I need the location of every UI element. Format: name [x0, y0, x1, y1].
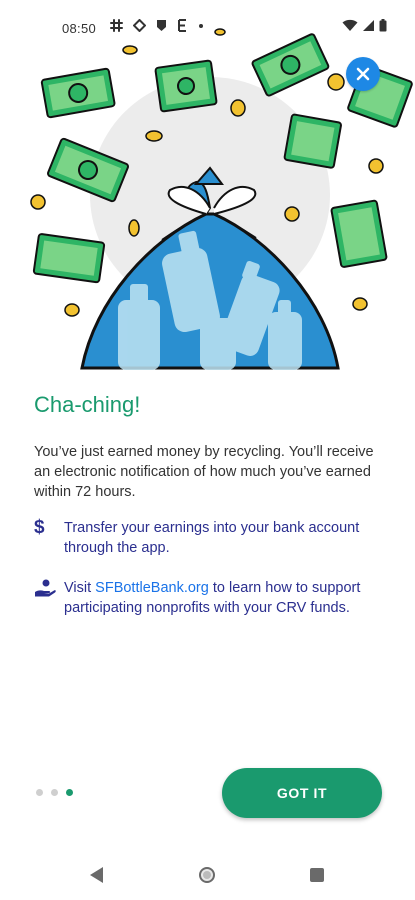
tip-transfer-text: Transfer your earnings into your bank ac…: [64, 520, 360, 556]
tip-visit: Visit SFBottleBank.org to learn how to s…: [34, 578, 374, 618]
diamond-icon: [133, 19, 146, 32]
wifi-icon: [342, 19, 358, 31]
page-dot-3-active: [66, 789, 73, 796]
dollar-icon: $: [34, 517, 45, 538]
tip-transfer: $ Transfer your earnings into your bank …: [34, 518, 374, 558]
system-icons: [342, 19, 387, 32]
slack-icon: [110, 19, 123, 32]
signal-icon: [363, 20, 374, 31]
close-button[interactable]: [346, 57, 380, 91]
status-bar: 08:50: [0, 0, 415, 50]
body-text: You’ve just earned money by recycling. Y…: [34, 444, 374, 500]
page-dot-1: [36, 789, 43, 796]
back-icon[interactable]: [90, 867, 103, 883]
page-indicator: [36, 789, 73, 796]
hero-illustration: [0, 0, 415, 370]
page-title: Cha-ching!: [34, 392, 141, 417]
tip-visit-text: Visit SFBottleBank.org to learn how to s…: [64, 578, 374, 618]
tip-visit-prefix: Visit: [64, 580, 96, 596]
e-icon: [178, 19, 186, 32]
hand-coin-icon: [34, 578, 64, 618]
recent-apps-icon[interactable]: [310, 868, 324, 882]
page-dot-2: [51, 789, 58, 796]
system-nav-bar: [0, 845, 415, 900]
got-it-button[interactable]: GOT IT: [222, 768, 382, 818]
home-icon[interactable]: [199, 867, 215, 883]
battery-icon: [379, 19, 387, 32]
sfbottlebank-link[interactable]: SFBottleBank.org: [95, 580, 209, 596]
shield-icon: [157, 20, 166, 31]
dot-icon: [199, 23, 203, 28]
notification-icons: [110, 19, 204, 32]
status-time: 08:50: [62, 21, 97, 36]
close-icon: [356, 67, 370, 81]
money-bag-illustration: [30, 28, 413, 370]
